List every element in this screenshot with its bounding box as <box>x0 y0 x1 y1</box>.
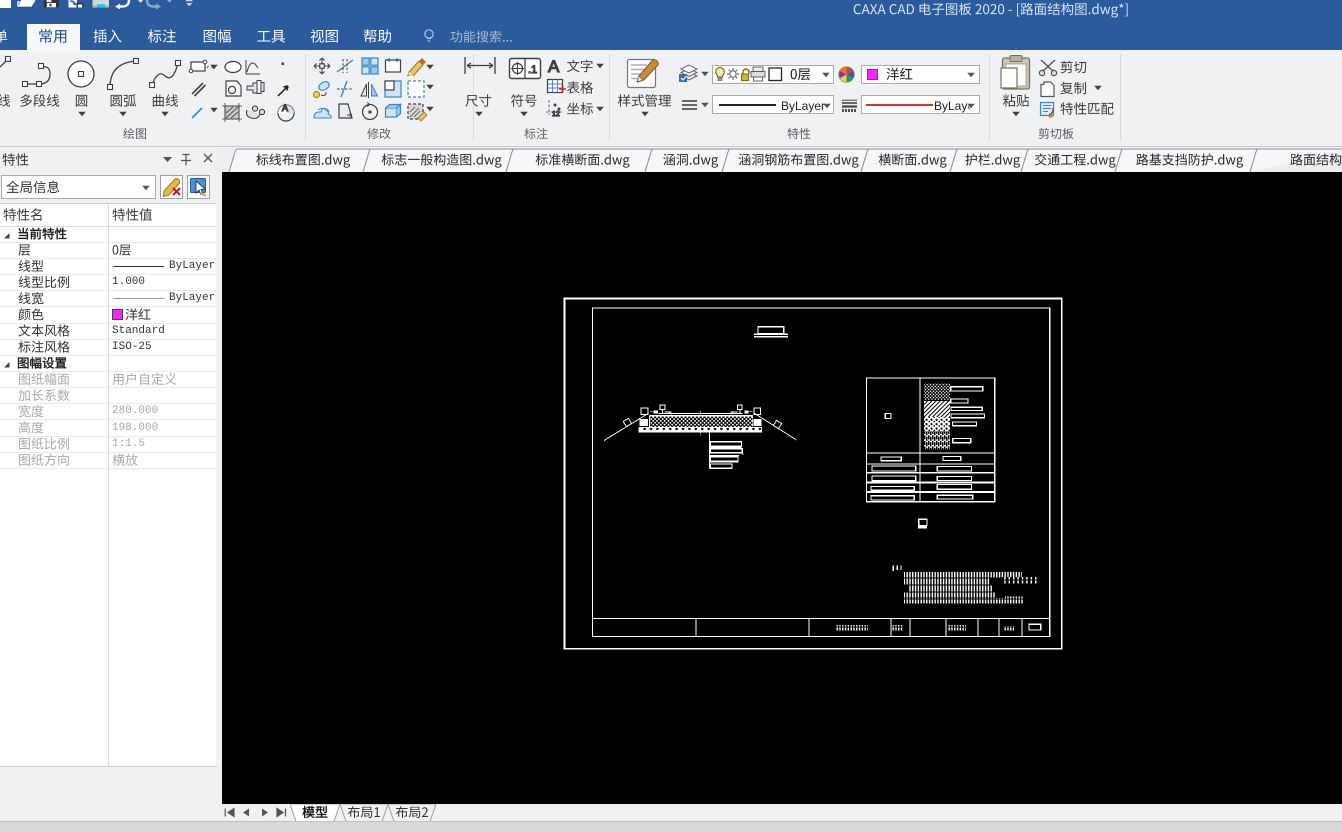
svg-text:12: 12 <box>552 111 560 118</box>
svg-text:.1: .1 <box>528 64 537 76</box>
svg-text:A: A <box>548 57 560 76</box>
svg-text:A: A <box>282 103 288 113</box>
